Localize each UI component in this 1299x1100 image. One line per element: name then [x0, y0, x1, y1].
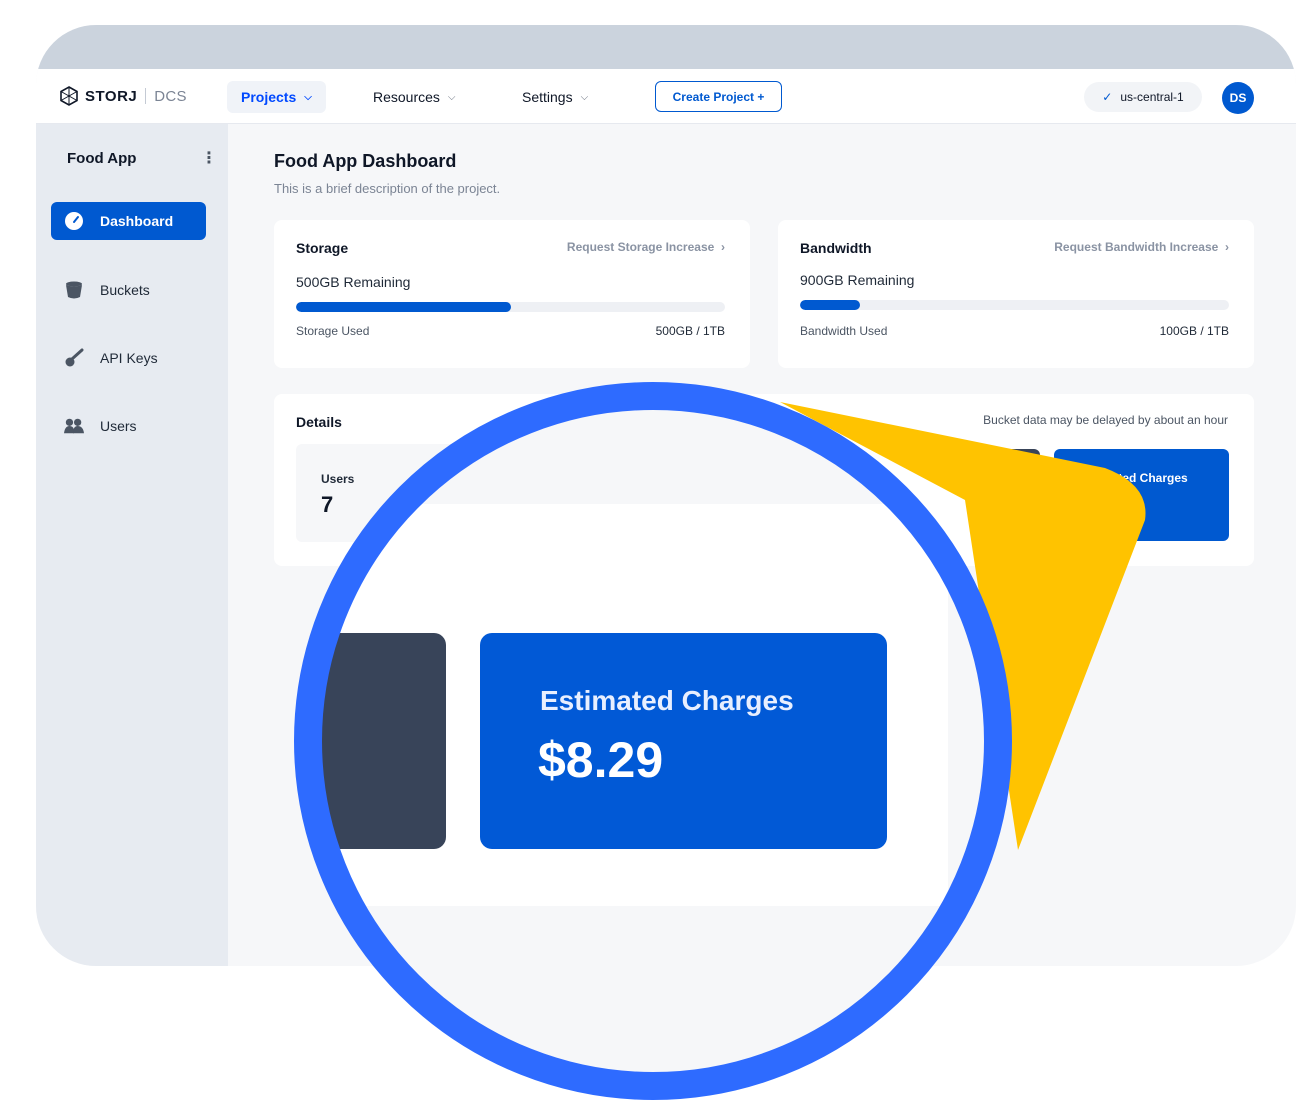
- project-name: Food App: [67, 150, 137, 167]
- bandwidth-used-label: Bandwidth Used: [800, 324, 888, 338]
- create-project-button[interactable]: Create Project +: [655, 81, 782, 112]
- gauge-icon: [64, 211, 84, 231]
- sidebar: Food App ⋮ Dashboard Buckets API Keys Us…: [36, 124, 228, 966]
- screenshot-stage: STORJ DCS Projects ⌵ Resources ⌵ Setting…: [0, 0, 1299, 1100]
- bucket-icon: [64, 280, 84, 300]
- storage-card: Storage Request Storage Increase › 500GB…: [274, 220, 750, 368]
- sidebar-item-buckets[interactable]: Buckets: [51, 271, 206, 309]
- storage-used-label: Storage Used: [296, 324, 370, 338]
- sidebar-item-dashboard[interactable]: Dashboard: [51, 202, 206, 240]
- top-nav: STORJ DCS Projects ⌵ Resources ⌵ Setting…: [36, 69, 1296, 124]
- brand-name: STORJ: [85, 87, 138, 105]
- kebab-menu-icon[interactable]: ⋮: [201, 148, 217, 168]
- brand-divider: [145, 88, 147, 104]
- users-stat-label: Users: [321, 472, 355, 486]
- details-card: Details Bucket data may be delayed by ab…: [274, 394, 1254, 566]
- check-icon: ✓: [1102, 90, 1113, 104]
- details-title: Details: [296, 414, 342, 430]
- main-content: Food App Dashboard This is a brief descr…: [228, 124, 1296, 966]
- storage-remaining: 500GB Remaining: [296, 274, 411, 290]
- users-icon: [64, 416, 84, 436]
- chevron-right-icon: ›: [1221, 240, 1229, 254]
- sidebar-item-label: API Keys: [100, 350, 158, 366]
- app-window: STORJ DCS Projects ⌵ Resources ⌵ Setting…: [36, 25, 1296, 966]
- bandwidth-used-value: 100GB / 1TB: [1159, 324, 1229, 338]
- page-description: This is a brief description of the proje…: [274, 181, 501, 196]
- nav-resources-label: Resources: [373, 89, 440, 105]
- nav-projects[interactable]: Projects ⌵: [227, 81, 326, 113]
- nav-settings[interactable]: Settings ⌵: [508, 81, 602, 113]
- users-stat-value: 7: [321, 492, 334, 517]
- brand-product: DCS: [154, 87, 187, 105]
- storj-cube-icon: [60, 86, 78, 106]
- region-selector[interactable]: ✓ us-central-1: [1084, 82, 1202, 112]
- sidebar-item-api-keys[interactable]: API Keys: [51, 339, 206, 377]
- nav-projects-label: Projects: [241, 89, 297, 105]
- sidebar-item-users[interactable]: Users: [51, 407, 206, 445]
- chevron-down-icon: ⌵: [580, 91, 589, 103]
- storage-title: Storage: [296, 240, 349, 256]
- users-stat: Users 7: [296, 444, 526, 542]
- request-bandwidth-increase-link[interactable]: Request Bandwidth Increase ›: [1054, 240, 1229, 254]
- estimated-charges-tile: Estimated Charges: [1054, 449, 1229, 541]
- bandwidth-progress-fill: [800, 300, 861, 310]
- window-titlebar: [36, 25, 1296, 69]
- brand-logo[interactable]: STORJ DCS: [59, 86, 187, 106]
- details-delay-note: Bucket data may be delayed by about an h…: [983, 413, 1228, 427]
- dark-stat-tile: [974, 449, 1040, 541]
- nav-settings-label: Settings: [522, 89, 573, 105]
- page-title: Food App Dashboard: [274, 151, 457, 171]
- bandwidth-card: Bandwidth Request Bandwidth Increase › 9…: [778, 220, 1254, 368]
- storage-progress-fill: [296, 302, 511, 312]
- chevron-down-icon: ⌵: [447, 91, 456, 103]
- user-avatar[interactable]: DS: [1222, 82, 1254, 114]
- sidebar-item-label: Users: [100, 418, 137, 434]
- storage-progress-bar: [296, 302, 725, 312]
- sidebar-item-label: Buckets: [100, 282, 150, 298]
- chevron-right-icon: ›: [717, 240, 725, 254]
- key-icon: [64, 348, 84, 368]
- estimated-charges-tile-label: Estimated Charges: [1079, 471, 1188, 485]
- bandwidth-progress-bar: [800, 300, 1229, 310]
- region-label: us-central-1: [1120, 90, 1184, 104]
- nav-resources[interactable]: Resources ⌵: [359, 81, 470, 113]
- request-storage-increase-link[interactable]: Request Storage Increase ›: [567, 240, 725, 254]
- sidebar-item-label: Dashboard: [100, 213, 174, 229]
- bandwidth-title: Bandwidth: [800, 240, 872, 256]
- request-storage-increase-label: Request Storage Increase: [566, 240, 715, 254]
- bandwidth-remaining: 900GB Remaining: [800, 272, 915, 288]
- chevron-down-icon: ⌵: [304, 91, 312, 103]
- request-bandwidth-increase-label: Request Bandwidth Increase: [1054, 240, 1219, 254]
- storage-used-value: 500GB / 1TB: [655, 324, 725, 338]
